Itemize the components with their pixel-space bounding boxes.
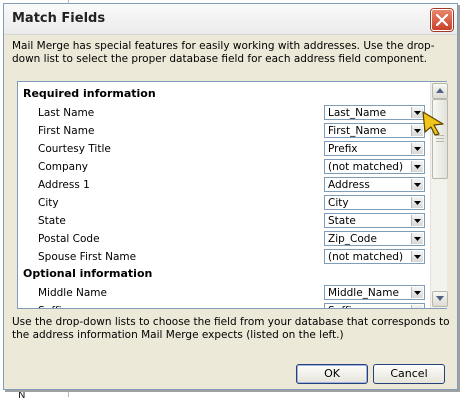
dropdown-button[interactable]	[411, 305, 423, 308]
field-row: City City	[18, 195, 428, 213]
field-dropdown[interactable]: First_Name	[324, 123, 425, 138]
chevron-down-icon	[414, 147, 421, 151]
dialog-title: Match Fields	[12, 11, 106, 26]
field-dropdown[interactable]: (not matched)	[324, 159, 425, 174]
chevron-down-icon	[436, 296, 444, 301]
field-dropdown[interactable]: Zip_Code	[324, 231, 425, 246]
field-row: Suffix Suffix	[18, 303, 428, 308]
field-row: State State	[18, 213, 428, 231]
chevron-down-icon	[414, 237, 421, 241]
scroll-up-button[interactable]	[432, 83, 448, 99]
field-dropdown[interactable]: State	[324, 213, 425, 228]
field-list-content: Required information Last Name Last_Name Fi…	[18, 82, 428, 308]
ok-button[interactable]: OK	[296, 364, 368, 384]
field-row: Postal Code Zip_Code	[18, 231, 428, 249]
dropdown-selected-value: Last_Name	[328, 107, 387, 119]
field-label: Spouse First Name	[38, 251, 137, 263]
field-dropdown[interactable]: Prefix	[324, 141, 425, 156]
field-row: Company (not matched)	[18, 159, 428, 177]
close-button[interactable]	[431, 9, 453, 31]
field-label: Courtesy Title	[38, 143, 111, 155]
field-row: Address 1 Address	[18, 177, 428, 195]
field-dropdown[interactable]: City	[324, 195, 425, 210]
field-row: Spouse First Name (not matched)	[18, 249, 428, 267]
cancel-button[interactable]: Cancel	[373, 364, 445, 384]
section-header: Required information	[23, 87, 156, 100]
chevron-down-icon	[414, 201, 421, 205]
section-header: Optional information	[23, 267, 153, 280]
field-row: Courtesy Title Prefix	[18, 141, 428, 159]
dropdown-button[interactable]	[411, 233, 423, 244]
field-row: Last Name Last_Name	[18, 105, 428, 123]
title-bar[interactable]: Match Fields	[4, 4, 457, 35]
chevron-down-icon	[414, 129, 421, 133]
dropdown-button[interactable]	[411, 143, 423, 154]
hint-text: Use the drop-down lists to choose the fi…	[12, 316, 450, 341]
dropdown-button[interactable]	[411, 251, 423, 262]
field-match-list[interactable]: Required information Last Name Last_Name Fi…	[17, 81, 448, 309]
dropdown-selected-value: Address	[328, 179, 370, 191]
dropdown-selected-value: Middle_Name	[328, 287, 399, 299]
scroll-down-button[interactable]	[432, 291, 448, 307]
field-label: Last Name	[38, 107, 95, 119]
arrow-cursor-icon	[422, 111, 444, 136]
chevron-down-icon	[414, 291, 421, 295]
field-label: City	[38, 197, 59, 209]
dropdown-selected-value: (not matched)	[328, 161, 404, 173]
dropdown-selected-value: Suffix	[328, 305, 358, 308]
chevron-down-icon	[414, 165, 421, 169]
field-row: First Name First_Name	[18, 123, 428, 141]
field-label: Company	[38, 161, 88, 173]
grip-line	[436, 138, 444, 139]
dropdown-button[interactable]	[411, 215, 423, 226]
background-text: N	[18, 390, 26, 401]
dropdown-button[interactable]	[411, 287, 423, 298]
field-label: First Name	[38, 125, 95, 137]
field-dropdown[interactable]: Suffix	[324, 303, 425, 308]
field-row: Middle Name Middle_Name	[18, 285, 428, 303]
chevron-up-icon	[436, 88, 444, 93]
match-fields-dialog: Match Fields Mail Merge has special feat…	[3, 3, 458, 390]
dropdown-selected-value: First_Name	[328, 125, 387, 137]
field-label: State	[38, 215, 66, 227]
dropdown-button[interactable]	[411, 179, 423, 190]
background-divider	[68, 392, 69, 397]
field-dropdown[interactable]: Last_Name	[324, 105, 425, 120]
chevron-down-icon	[414, 255, 421, 259]
chevron-down-icon	[414, 111, 421, 115]
dropdown-selected-value: State	[328, 215, 356, 227]
close-icon	[436, 14, 448, 26]
dropdown-button[interactable]	[411, 161, 423, 172]
dropdown-selected-value: City	[328, 197, 349, 209]
field-label: Postal Code	[38, 233, 100, 245]
field-dropdown[interactable]: Middle_Name	[324, 285, 425, 300]
field-dropdown[interactable]: (not matched)	[324, 249, 425, 264]
dropdown-selected-value: Zip_Code	[328, 233, 377, 245]
field-label: Address 1	[38, 179, 90, 191]
intro-text: Mail Merge has special features for easi…	[12, 40, 435, 65]
chevron-down-icon	[414, 183, 421, 187]
dropdown-selected-value: Prefix	[328, 143, 358, 155]
grip-line	[436, 141, 444, 142]
field-label: Suffix	[38, 305, 68, 308]
dropdown-button[interactable]	[411, 197, 423, 208]
field-dropdown[interactable]: Address	[324, 177, 425, 192]
chevron-down-icon	[414, 219, 421, 223]
field-label: Middle Name	[38, 287, 107, 299]
dropdown-selected-value: (not matched)	[328, 251, 404, 263]
